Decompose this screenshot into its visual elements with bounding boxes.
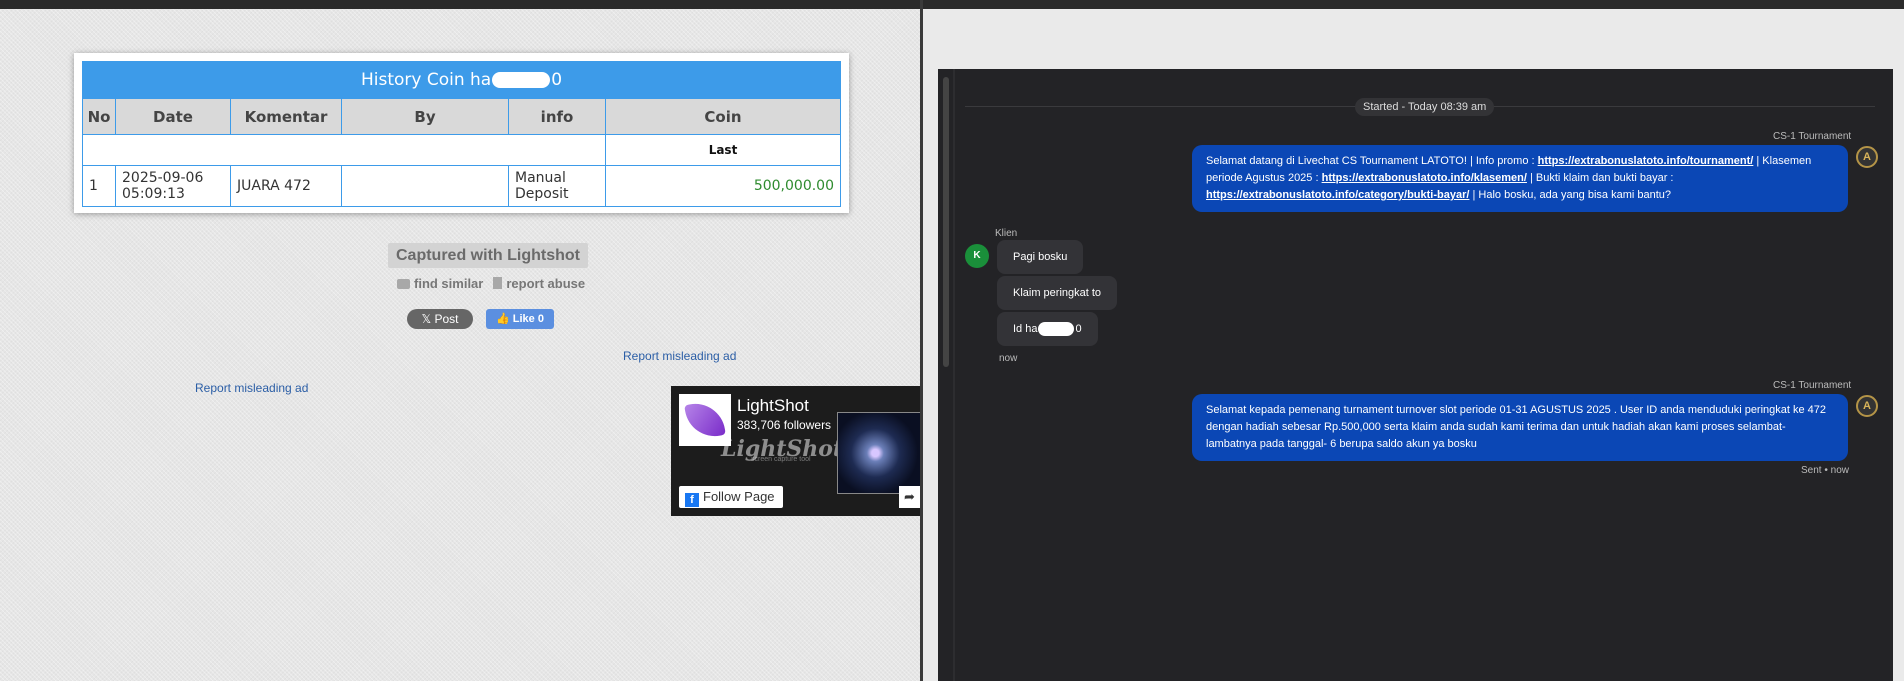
cell-by [341, 165, 509, 207]
header-komentar: Komentar [230, 98, 342, 135]
report-misleading-ad-link-2[interactable]: Report misleading ad [195, 381, 308, 395]
table-row: 1 2025-09-06 05:09:13 JUARA 472 Manual Dep… [82, 165, 841, 207]
image-actions: find similar report abuse [397, 276, 585, 291]
header-coin: Coin [605, 98, 841, 135]
agent-name: CS-1 Tournament [1773, 380, 1852, 391]
camera-icon [397, 279, 410, 289]
flag-icon [493, 277, 503, 289]
page-name[interactable]: LightShot [737, 396, 809, 416]
agent-message-winner: Selamat kepada pemenang turnament turnov… [1192, 394, 1848, 461]
cell-no: 1 [82, 165, 116, 207]
header-date: Date [115, 98, 231, 135]
report-misleading-ad-link[interactable]: Report misleading ad [623, 349, 736, 363]
cell-komentar: JUARA 472 [230, 165, 342, 207]
find-similar-link[interactable]: find similar [414, 276, 483, 291]
client-name: Klien [995, 228, 1018, 239]
agent-name: CS-1 Tournament [1773, 131, 1852, 142]
client-message: Klaim peringkat to [997, 276, 1118, 310]
cell-coin: 500,000.00 [605, 165, 841, 207]
chat-started-badge: Started - Today 08:39 am [1355, 98, 1495, 116]
fb-like-button[interactable]: 👍 Like 0 [486, 309, 554, 329]
cell-date: 2025-09-06 05:09:13 [115, 165, 231, 207]
client-message: Pagi bosku [997, 240, 1084, 274]
feather-icon [684, 399, 726, 441]
client-message: Id ha 0 [997, 312, 1098, 346]
x-post-button[interactable]: 𝕏 Post [407, 309, 473, 329]
header-info: info [508, 98, 606, 135]
screenshot-image: History Coin ha 0 No Date Komentar By inf… [74, 53, 849, 213]
thumbs-up-icon: 👍 [496, 313, 513, 325]
facebook-page-widget: LightShot 383,706 followers LightShot sc… [671, 386, 920, 516]
client-avatar: K [965, 244, 989, 268]
cell-info: Manual Deposit [508, 165, 606, 207]
last-label: Last [605, 134, 841, 166]
top-bar [0, 0, 1904, 9]
captured-with-lightshot: Captured with Lightshot [388, 243, 588, 268]
cover-thumbnail [837, 412, 920, 494]
facebook-icon: f [685, 493, 699, 507]
follower-count: 383,706 followers [737, 418, 832, 432]
header-no: No [82, 98, 116, 135]
chat-left-rail [953, 69, 955, 681]
agent-message-welcome: Selamat datang di Livechat CS Tournament… [1192, 145, 1848, 212]
table-title: History Coin ha 0 [82, 61, 841, 99]
share-icon[interactable]: ➦ [899, 486, 920, 508]
header-by: By [341, 98, 509, 135]
bukti-bayar-link[interactable]: https://extrabonuslatoto.info/category/b… [1206, 189, 1469, 201]
x-icon: 𝕏 [421, 312, 435, 326]
last-spacer [82, 134, 606, 166]
agent-avatar: A [1856, 146, 1878, 168]
lightshot-watermark-sub: screen capture tool [751, 456, 811, 463]
message-sent-status: Sent • now [1801, 465, 1849, 476]
promo-link[interactable]: https://extrabonuslatoto.info/tournament… [1538, 155, 1754, 167]
agent-avatar: A [1856, 395, 1878, 417]
redaction-mask [492, 72, 551, 88]
report-abuse-link[interactable]: report abuse [506, 276, 585, 291]
follow-page-button[interactable]: f Follow Page [679, 486, 783, 508]
redaction-mask [1038, 322, 1075, 337]
chat-scrollbar[interactable] [943, 77, 949, 367]
history-coin-table: History Coin ha 0 No Date Komentar By inf… [82, 61, 841, 207]
client-message-time: now [999, 353, 1018, 364]
klasemen-link[interactable]: https://extrabonuslatoto.info/klasemen/ [1322, 172, 1527, 184]
